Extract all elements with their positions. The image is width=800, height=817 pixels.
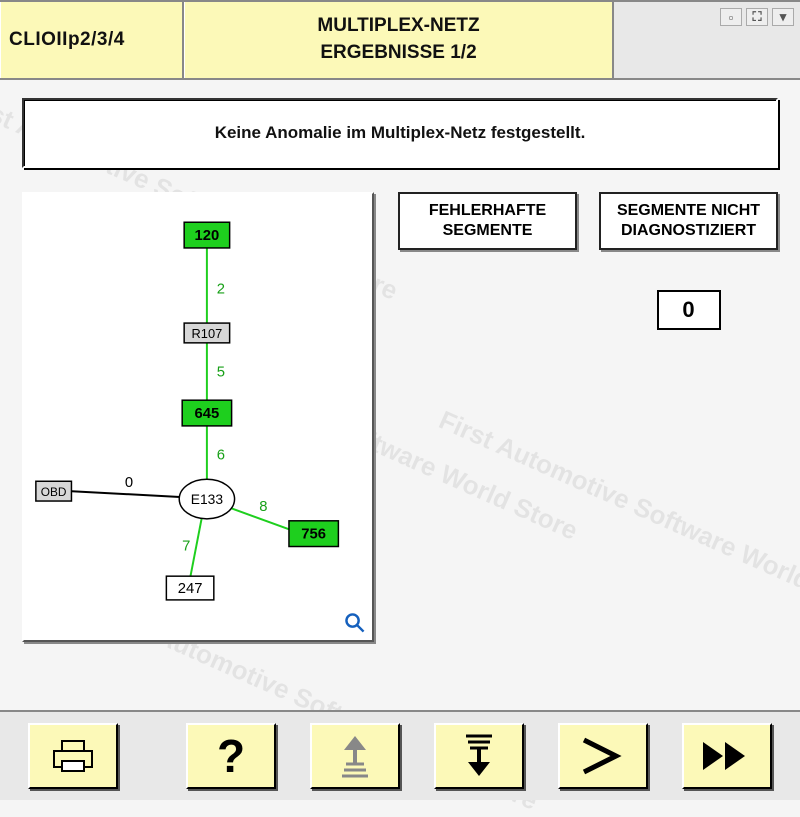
dropdown-icon[interactable]: ▾ xyxy=(772,8,794,26)
help-button[interactable]: ? xyxy=(186,723,276,789)
svg-text:8: 8 xyxy=(259,499,267,515)
svg-text:247: 247 xyxy=(178,581,203,597)
svg-text:120: 120 xyxy=(195,228,220,244)
not-diagnosed-count: 0 xyxy=(657,290,721,330)
svg-text:OBD: OBD xyxy=(41,485,67,499)
next-button[interactable] xyxy=(558,723,648,789)
network-diagram: 2 5 6 0 8 7 120 R107 645 OBD E133 756 xyxy=(22,192,374,642)
magnifier-icon[interactable] xyxy=(344,612,366,634)
fast-forward-button[interactable] xyxy=(682,723,772,789)
svg-text:0: 0 xyxy=(125,475,133,491)
svg-text:645: 645 xyxy=(195,406,220,422)
header-bar: CLIOIIp2/3/4 MULTIPLEX-NETZ ERGEBNISSE 1… xyxy=(0,0,800,80)
svg-text:756: 756 xyxy=(301,527,326,543)
svg-text:7: 7 xyxy=(182,538,190,554)
page-title: MULTIPLEX-NETZ ERGEBNISSE 1/2 xyxy=(184,2,614,78)
maximize-icon[interactable]: ⛶ xyxy=(746,8,768,26)
faulty-segments-header[interactable]: FEHLERHAFTE SEGMENTE xyxy=(398,192,577,250)
not-diagnosed-header[interactable]: SEGMENTE NICHT DIAGNOSTIZIERT xyxy=(599,192,778,250)
title-line1: MULTIPLEX-NETZ xyxy=(317,13,479,40)
svg-text:6: 6 xyxy=(217,448,225,464)
vehicle-model: CLIOIIp2/3/4 xyxy=(0,2,184,78)
svg-text:E133: E133 xyxy=(191,491,224,507)
svg-text:R107: R107 xyxy=(192,326,223,341)
status-message: Keine Anomalie im Multiplex-Netz festges… xyxy=(22,98,778,168)
up-tree-button[interactable] xyxy=(310,723,400,789)
down-tree-button[interactable] xyxy=(434,723,524,789)
minimize-icon[interactable]: ▫ xyxy=(720,8,742,26)
svg-text:2: 2 xyxy=(217,281,225,297)
print-button[interactable] xyxy=(28,723,118,789)
svg-text:5: 5 xyxy=(217,364,225,380)
title-line2: ERGEBNISSE 1/2 xyxy=(320,40,476,67)
bottom-toolbar: ? xyxy=(0,710,800,800)
